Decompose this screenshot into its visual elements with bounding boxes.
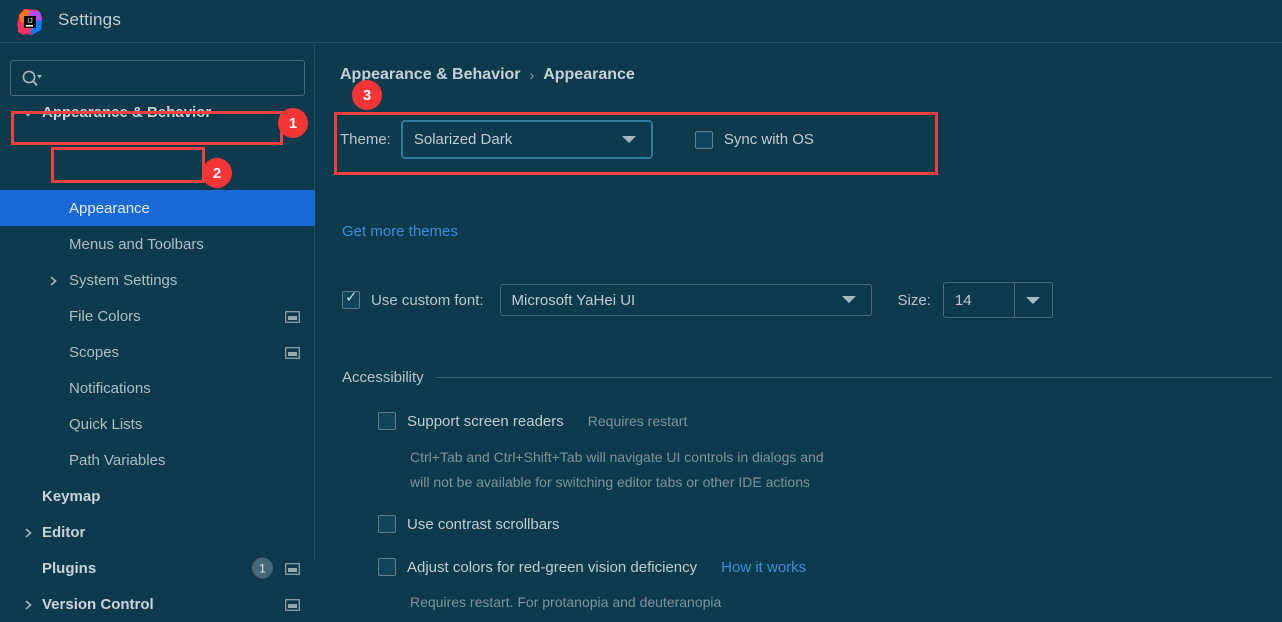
font-size-label: Size: xyxy=(897,291,931,309)
theme-row: Theme: Solarized Dark Sync with OS xyxy=(340,117,814,162)
search-box[interactable] xyxy=(10,60,305,96)
sidebar-item-label: Scopes xyxy=(69,343,120,361)
use-contrast-scrollbars-row[interactable]: Use contrast scrollbars xyxy=(378,515,560,533)
use-custom-font-label: Use custom font: xyxy=(371,291,484,309)
font-family-selected-value: Microsoft YaHei UI xyxy=(511,291,636,309)
adjust-colors-description: Requires restart. For protanopia and deu… xyxy=(410,594,722,610)
settings-sidebar: Appearance & Behavior Appearance Menus a… xyxy=(0,44,315,613)
search-icon xyxy=(21,69,43,89)
theme-selected-value: Solarized Dark xyxy=(413,131,513,148)
custom-font-row: Use custom font: Microsoft YaHei UI Size… xyxy=(342,282,1053,318)
chevron-down-icon[interactable] xyxy=(1013,283,1052,317)
sidebar-item-label: Keymap xyxy=(42,487,101,505)
breadcrumb: Appearance & Behavior › Appearance xyxy=(340,66,635,84)
support-screen-readers-checkbox[interactable] xyxy=(378,412,396,430)
sidebar-item-label: Appearance & Behavior xyxy=(42,103,212,121)
sidebar-item-path-variables[interactable]: Path Variables xyxy=(0,442,315,478)
project-scope-icon xyxy=(285,598,300,611)
sync-with-os-row[interactable]: Sync with OS xyxy=(694,130,814,149)
search-input[interactable] xyxy=(51,61,301,95)
screen-readers-description-line-2: will not be available for switching edit… xyxy=(410,474,810,490)
font-size-spinner[interactable]: 14 xyxy=(942,282,1053,318)
sidebar-item-label: Notifications xyxy=(69,379,151,397)
chevron-down-icon[interactable] xyxy=(621,131,637,149)
sidebar-item-appearance-and-behavior[interactable]: Appearance & Behavior xyxy=(0,94,315,130)
sidebar-item-menus-and-toolbars[interactable]: Menus and Toolbars xyxy=(0,226,315,262)
font-family-dropdown[interactable]: Microsoft YaHei UI xyxy=(499,284,872,316)
chevron-down-icon[interactable] xyxy=(22,106,34,118)
sidebar-item-version-control[interactable]: Version Control xyxy=(0,586,315,622)
sidebar-item-file-colors[interactable]: File Colors xyxy=(0,298,315,334)
sidebar-item-keymap[interactable]: Keymap xyxy=(0,478,315,514)
sidebar-item-label: Plugins xyxy=(42,559,97,577)
theme-label: Theme: xyxy=(340,131,391,148)
chevron-right-icon[interactable] xyxy=(22,598,34,610)
sidebar-item-scopes[interactable]: Scopes xyxy=(0,334,315,370)
window-title: Settings xyxy=(58,10,122,29)
use-contrast-scrollbars-checkbox[interactable] xyxy=(378,515,396,533)
requires-restart-hint: Requires restart xyxy=(587,413,688,429)
svg-text:IJ: IJ xyxy=(27,18,32,25)
chevron-down-icon[interactable] xyxy=(841,291,857,309)
sidebar-item-label: Appearance xyxy=(69,199,150,217)
support-screen-readers-row[interactable]: Support screen readers Requires restart xyxy=(378,412,687,430)
chevron-right-icon: › xyxy=(529,67,535,83)
sidebar-item-quick-lists[interactable]: Quick Lists xyxy=(0,406,315,442)
sync-with-os-checkbox[interactable] xyxy=(694,130,713,149)
theme-dropdown[interactable]: Solarized Dark xyxy=(400,120,653,159)
window-titlebar: IJ Settings xyxy=(0,0,1282,43)
chevron-right-icon[interactable] xyxy=(47,274,59,286)
sidebar-item-plugins[interactable]: Plugins 1 xyxy=(0,550,315,586)
sidebar-item-label: File Colors xyxy=(69,307,141,325)
intellij-idea-logo-icon: IJ xyxy=(16,8,44,36)
use-custom-font-checkbox[interactable] xyxy=(342,289,360,309)
sidebar-item-label: System Settings xyxy=(69,271,178,289)
chevron-right-icon[interactable] xyxy=(22,526,34,538)
project-scope-icon xyxy=(285,310,300,323)
screen-readers-description-line-1: Ctrl+Tab and Ctrl+Shift+Tab will navigat… xyxy=(410,449,824,465)
project-scope-icon xyxy=(285,346,300,359)
sidebar-item-editor[interactable]: Editor xyxy=(0,514,315,550)
sidebar-item-label: Path Variables xyxy=(69,451,166,469)
sidebar-item-label: Editor xyxy=(42,523,86,541)
sync-with-os-label: Sync with OS xyxy=(723,131,814,148)
project-scope-icon xyxy=(285,562,300,575)
sidebar-item-appearance[interactable]: Appearance xyxy=(0,190,315,226)
sidebar-item-system-settings[interactable]: System Settings xyxy=(0,262,315,298)
section-divider xyxy=(435,377,1272,378)
sidebar-item-notifications[interactable]: Notifications xyxy=(0,370,315,406)
breadcrumb-current: Appearance xyxy=(543,66,635,83)
use-contrast-scrollbars-label: Use contrast scrollbars xyxy=(407,515,560,533)
get-more-themes-link[interactable]: Get more themes xyxy=(342,223,458,240)
settings-content-panel: Appearance & Behavior › Appearance Theme… xyxy=(316,44,1282,610)
sidebar-item-label: Menus and Toolbars xyxy=(69,235,204,253)
adjust-colors-red-green-label: Adjust colors for red-green vision defic… xyxy=(407,558,698,576)
font-size-value[interactable]: 14 xyxy=(955,292,1014,309)
sidebar-item-label: Version Control xyxy=(42,595,154,613)
breadcrumb-parent[interactable]: Appearance & Behavior xyxy=(340,66,521,84)
sidebar-item-label: Quick Lists xyxy=(69,415,143,433)
how-it-works-link[interactable]: How it works xyxy=(721,559,806,576)
support-screen-readers-label: Support screen readers xyxy=(407,412,564,430)
accessibility-section-title: Accessibility xyxy=(342,369,424,386)
accessibility-section-header: Accessibility xyxy=(342,369,1272,386)
